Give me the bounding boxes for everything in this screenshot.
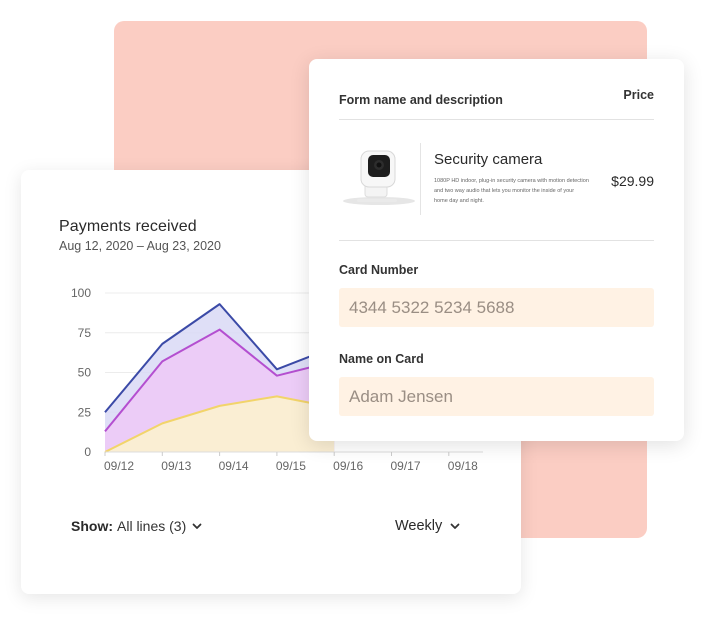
name-on-card-label: Name on Card [339, 352, 424, 366]
x-tick-label: 09/15 [276, 459, 306, 473]
chart-title: Payments received [59, 218, 197, 235]
period-value: Weekly [395, 518, 443, 534]
card-number-input[interactable] [339, 288, 654, 327]
product-description: 1080P HD indoor, plug-in security camera… [434, 178, 589, 204]
card-number-label: Card Number [339, 263, 419, 277]
chevron-down-icon [450, 523, 460, 529]
product-price: $29.99 [611, 173, 654, 189]
y-tick-label: 100 [71, 286, 91, 300]
product-divider [420, 143, 421, 215]
x-tick-label: 09/14 [219, 459, 249, 473]
x-tick-label: 09/12 [104, 459, 134, 473]
divider [339, 240, 654, 241]
price-header: Price [623, 88, 654, 102]
name-on-card-input[interactable] [339, 377, 654, 416]
x-tick-label: 09/18 [448, 459, 478, 473]
y-tick-label: 50 [78, 366, 92, 380]
x-tick-label: 09/17 [390, 459, 420, 473]
y-tick-label: 75 [78, 326, 92, 340]
x-tick-label: 09/16 [333, 459, 363, 473]
chart-date-range: Aug 12, 2020 – Aug 23, 2020 [59, 239, 221, 253]
chevron-down-icon [192, 523, 202, 529]
form-header: Form name and description [339, 93, 503, 107]
divider [339, 119, 654, 120]
checkout-form-card: Form name and description Price Security… [309, 59, 684, 441]
product-name: Security camera [434, 151, 543, 168]
security-camera-image [343, 150, 415, 205]
x-tick-label: 09/13 [161, 459, 191, 473]
period-dropdown[interactable]: Weekly [395, 518, 462, 534]
show-value: All lines (3) [117, 518, 187, 534]
y-tick-label: 0 [84, 445, 91, 459]
show-lines-dropdown[interactable]: Show: All lines (3) [71, 518, 204, 534]
show-label: Show: [71, 518, 113, 534]
y-tick-label: 25 [78, 405, 92, 419]
